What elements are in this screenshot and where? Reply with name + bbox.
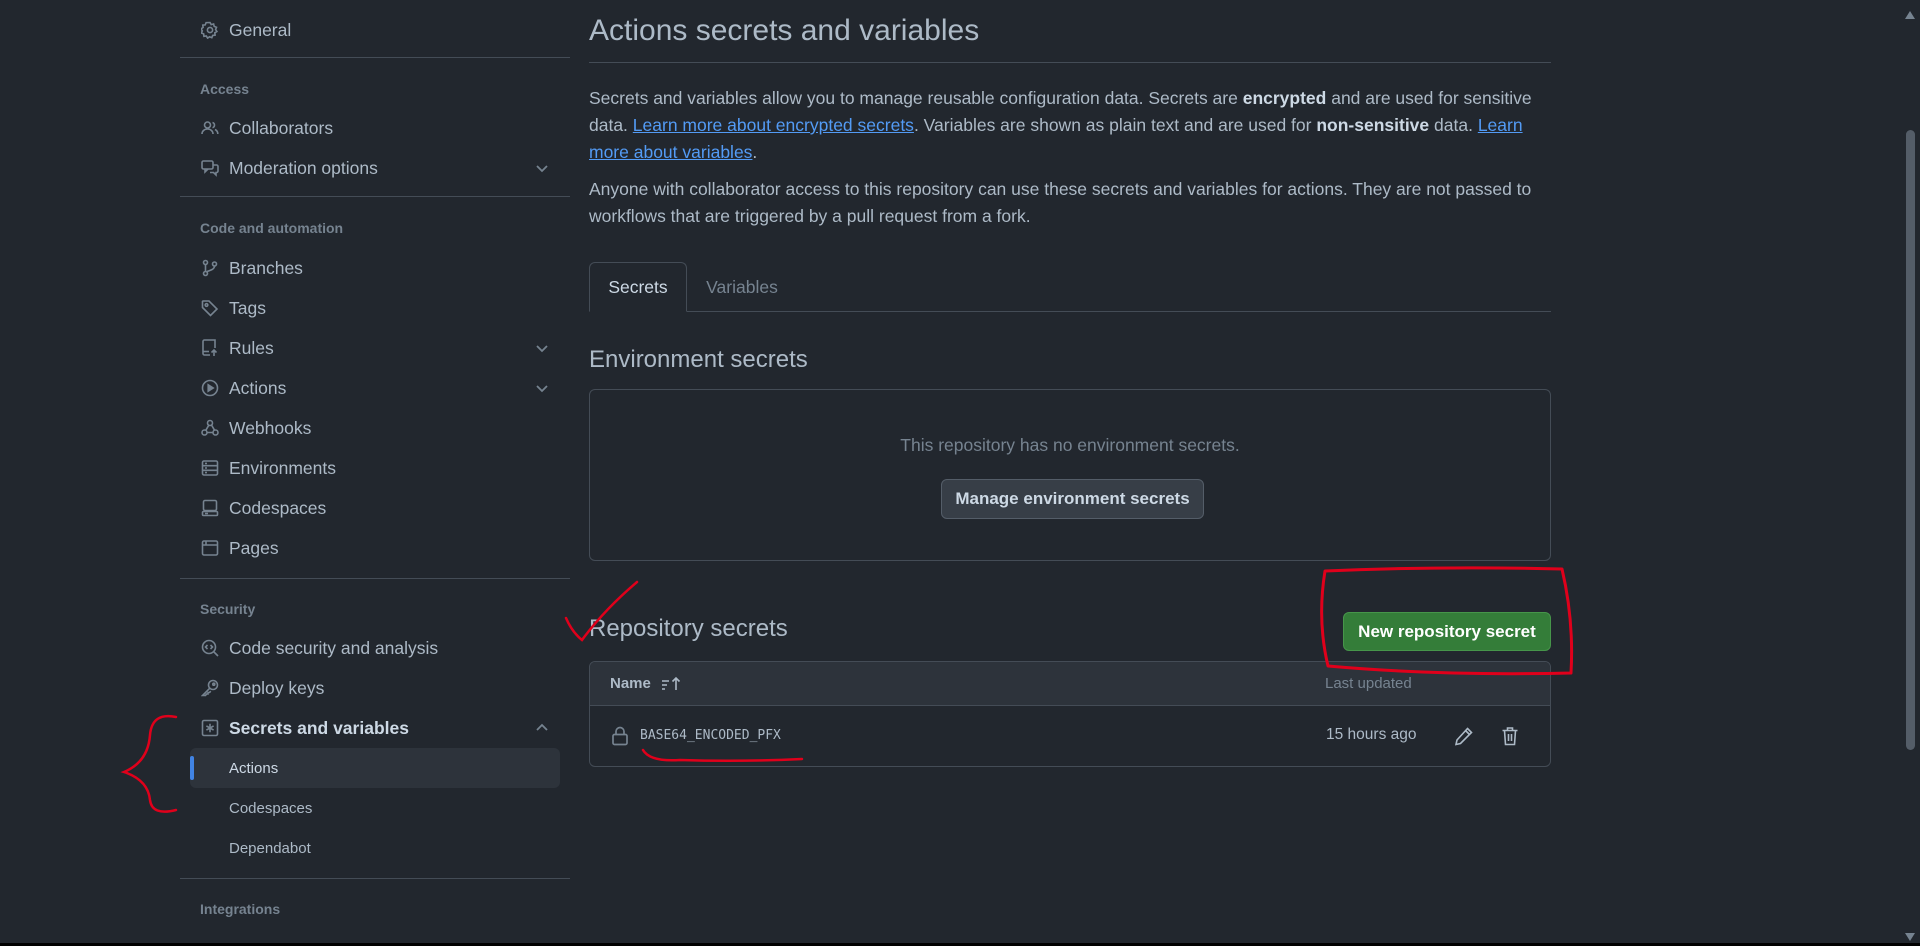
scrollbar-thumb[interactable] — [1906, 130, 1915, 750]
intro-text: . Variables are shown as plain text and … — [913, 115, 1317, 135]
column-header-name[interactable]: Name — [610, 675, 651, 692]
sidebar-subitem-actions[interactable]: Actions — [190, 748, 560, 788]
sidebar-item-label: Webhooks — [229, 417, 312, 438]
key-asterisk-icon — [200, 718, 220, 738]
intro-paragraph: Secrets and variables allow you to manag… — [589, 85, 1551, 166]
secrets-variables-tabs: Secrets Variables — [589, 262, 1551, 312]
access-note: Anyone with collaborator access to this … — [589, 179, 1532, 226]
sidebar-item-label: Actions — [229, 759, 279, 777]
page-title: Actions secrets and variables — [589, 14, 980, 47]
codescan-icon — [200, 638, 220, 658]
intro-bold-encrypted: encrypted — [1242, 88, 1327, 108]
annotation-brace-sidebar — [120, 714, 178, 813]
chevron-down-icon — [534, 380, 550, 396]
chevron-up-icon — [534, 720, 550, 736]
webhook-icon — [200, 418, 220, 438]
intro-text: data. — [1429, 115, 1478, 135]
scroll-down-arrow-icon[interactable] — [1905, 928, 1915, 941]
sidebar-item-collaborators[interactable]: Collaborators — [190, 108, 560, 148]
people-icon — [200, 118, 220, 138]
column-header-last-updated: Last updated — [1325, 675, 1412, 692]
scroll-up-arrow-icon[interactable] — [1905, 6, 1915, 19]
sidebar-item-code-security[interactable]: Code security and analysis — [190, 628, 560, 668]
sidebar-divider — [180, 57, 570, 58]
codespaces-icon — [200, 498, 220, 518]
manage-environment-secrets-button[interactable]: Manage environment secrets — [941, 479, 1204, 519]
sidebar-item-branches[interactable]: Branches — [190, 248, 560, 288]
sidebar-item-deploy-keys[interactable]: Deploy keys — [190, 668, 560, 708]
tag-icon — [200, 298, 220, 318]
sidebar-item-label: Collaborators — [229, 117, 334, 138]
learn-more-secrets-link[interactable]: Learn more about encrypted secrets — [633, 115, 914, 135]
repository-secrets-table: Name Last updated BASE64_ENCODED_PFX 15 … — [589, 661, 1551, 767]
empty-state-text: This repository has no environment secre… — [900, 435, 1240, 455]
chevron-down-icon — [534, 340, 550, 356]
lock-icon — [611, 726, 629, 746]
trash-icon[interactable] — [1499, 725, 1521, 747]
sidebar-item-label: Code security and analysis — [229, 637, 439, 658]
settings-page: General Access Collaborators Moderation … — [0, 0, 1900, 946]
chevron-down-icon — [534, 160, 550, 176]
sidebar-item-secrets-variables[interactable]: Secrets and variables — [190, 708, 560, 748]
sidebar-item-general[interactable]: General — [190, 10, 560, 50]
browser-icon — [200, 538, 220, 558]
sidebar-item-label: Deploy keys — [229, 677, 325, 698]
tab-variables[interactable]: Variables — [687, 262, 797, 312]
intro-bold-non-sensitive: non-sensitive — [1316, 115, 1430, 135]
sidebar-item-moderation[interactable]: Moderation options — [190, 148, 560, 188]
sidebar-item-pages[interactable]: Pages — [190, 528, 560, 568]
intro-text: Secrets and variables allow you to manag… — [589, 88, 1243, 108]
sidebar-item-rules[interactable]: Rules — [190, 328, 560, 368]
section-title-security: Security — [200, 601, 256, 617]
environment-secrets-heading: Environment secrets — [589, 346, 808, 373]
git-branch-icon — [200, 258, 220, 278]
sidebar-item-webhooks[interactable]: Webhooks — [190, 408, 560, 448]
active-indicator — [190, 756, 194, 780]
tab-secrets[interactable]: Secrets — [589, 262, 687, 312]
sidebar-item-label: Codespaces — [229, 497, 327, 518]
sidebar-item-label: General — [229, 19, 292, 40]
sidebar-item-label: Branches — [229, 257, 303, 278]
sidebar-item-codespaces[interactable]: Codespaces — [190, 488, 560, 528]
sort-ascending-icon[interactable] — [661, 676, 683, 692]
repository-secrets-heading: Repository secrets — [589, 615, 788, 642]
sidebar-item-label: Moderation options — [229, 157, 378, 178]
section-title-integrations: Integrations — [200, 901, 281, 917]
sidebar-item-label: Tags — [229, 297, 266, 318]
sidebar-item-tags[interactable]: Tags — [190, 288, 560, 328]
sidebar-item-label: Pages — [229, 537, 279, 558]
play-icon — [200, 378, 220, 398]
server-icon — [200, 458, 220, 478]
secret-name: BASE64_ENCODED_PFX — [640, 728, 781, 743]
new-repository-secret-button[interactable]: New repository secret — [1343, 612, 1551, 651]
intro-text: . — [752, 142, 758, 162]
sidebar-item-label: Dependabot — [229, 839, 311, 857]
comment-discussion-icon — [200, 158, 220, 178]
sidebar-item-label: Rules — [229, 337, 274, 358]
sidebar-subitem-dependabot[interactable]: Dependabot — [190, 828, 560, 868]
table-row: BASE64_ENCODED_PFX 15 hours ago — [590, 706, 1550, 766]
key-icon — [200, 678, 220, 698]
title-divider — [589, 62, 1551, 63]
environment-secrets-box: This repository has no environment secre… — [589, 389, 1551, 561]
table-header: Name Last updated — [590, 662, 1550, 706]
pencil-icon[interactable] — [1453, 725, 1475, 747]
sidebar-item-label: Secrets and variables — [229, 717, 409, 738]
sidebar-item-actions[interactable]: Actions — [190, 368, 560, 408]
repo-push-icon — [200, 338, 220, 358]
vertical-scrollbar[interactable] — [1900, 0, 1920, 943]
sidebar-divider — [180, 578, 570, 579]
sidebar-item-label: Actions — [229, 377, 287, 398]
sidebar-item-label: Environments — [229, 457, 336, 478]
sidebar-item-label: Codespaces — [229, 799, 313, 817]
secret-last-updated: 15 hours ago — [1326, 726, 1417, 743]
sidebar-item-environments[interactable]: Environments — [190, 448, 560, 488]
gear-icon — [200, 20, 220, 40]
section-title-code-automation: Code and automation — [200, 220, 344, 236]
section-title-access: Access — [200, 81, 250, 97]
sidebar-divider — [180, 196, 570, 197]
sidebar-subitem-codespaces[interactable]: Codespaces — [190, 788, 560, 828]
sidebar-divider — [180, 878, 570, 879]
